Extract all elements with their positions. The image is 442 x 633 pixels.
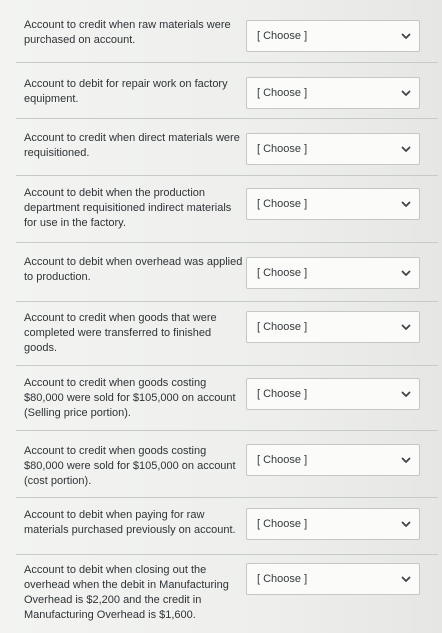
question-row: Account to credit when direct materials …	[16, 119, 438, 176]
account-select[interactable]: [ Choose ]	[246, 563, 420, 595]
chevron-down-icon	[401, 90, 411, 96]
chevron-down-icon	[401, 521, 411, 527]
question-row: Account to credit when raw materials wer…	[16, 0, 438, 63]
select-value: [ Choose ]	[257, 518, 308, 530]
account-select[interactable]: [ Choose ]	[246, 378, 420, 410]
chevron-down-icon	[401, 270, 411, 276]
question-text: Account to debit when the production dep…	[24, 187, 232, 229]
question-text: Account to credit when direct materials …	[24, 132, 240, 159]
chevron-down-icon	[401, 391, 411, 397]
question-row: Account to debit when paying for raw mat…	[16, 498, 438, 555]
select-value: [ Choose ]	[257, 198, 308, 210]
question-text: Account to debit when closing out the ov…	[24, 564, 229, 621]
matching-question-panel: Account to credit when raw materials wer…	[0, 0, 442, 633]
question-text: Account to credit when goods costing $80…	[24, 377, 236, 419]
select-value: [ Choose ]	[257, 454, 308, 466]
question-row: Account to debit for repair work on fact…	[16, 63, 438, 119]
chevron-down-icon	[401, 201, 411, 207]
chevron-down-icon	[401, 457, 411, 463]
question-text: Account to credit when raw materials wer…	[24, 19, 231, 46]
question-row: Account to debit when overhead was appli…	[16, 243, 438, 302]
question-row: Account to debit when the production dep…	[16, 176, 438, 243]
account-select[interactable]: [ Choose ]	[246, 257, 420, 289]
question-text: Account to debit for repair work on fact…	[24, 78, 228, 105]
account-select[interactable]: [ Choose ]	[246, 311, 420, 343]
question-text: Account to debit when paying for raw mat…	[24, 509, 236, 536]
question-text: Account to credit when goods that were c…	[24, 312, 217, 354]
account-select[interactable]: [ Choose ]	[246, 133, 420, 165]
select-value: [ Choose ]	[257, 321, 308, 333]
chevron-down-icon	[401, 33, 411, 39]
account-select[interactable]: [ Choose ]	[246, 188, 420, 220]
select-value: [ Choose ]	[257, 388, 308, 400]
account-select[interactable]: [ Choose ]	[246, 444, 420, 476]
question-text: Account to debit when overhead was appli…	[24, 256, 243, 283]
question-row: Account to debit when closing out the ov…	[16, 555, 438, 633]
question-row: Account to credit when goods costing $80…	[16, 366, 438, 431]
select-value: [ Choose ]	[257, 30, 308, 42]
chevron-down-icon	[401, 576, 411, 582]
select-value: [ Choose ]	[257, 143, 308, 155]
chevron-down-icon	[401, 324, 411, 330]
account-select[interactable]: [ Choose ]	[246, 20, 420, 52]
chevron-down-icon	[401, 146, 411, 152]
account-select[interactable]: [ Choose ]	[246, 508, 420, 540]
select-value: [ Choose ]	[257, 573, 308, 585]
question-row: Account to credit when goods that were c…	[16, 302, 438, 366]
select-value: [ Choose ]	[257, 267, 308, 279]
account-select[interactable]: [ Choose ]	[246, 77, 420, 109]
question-row: Account to credit when goods costing $80…	[16, 431, 438, 498]
question-text: Account to credit when goods costing $80…	[24, 445, 236, 487]
select-value: [ Choose ]	[257, 87, 308, 99]
